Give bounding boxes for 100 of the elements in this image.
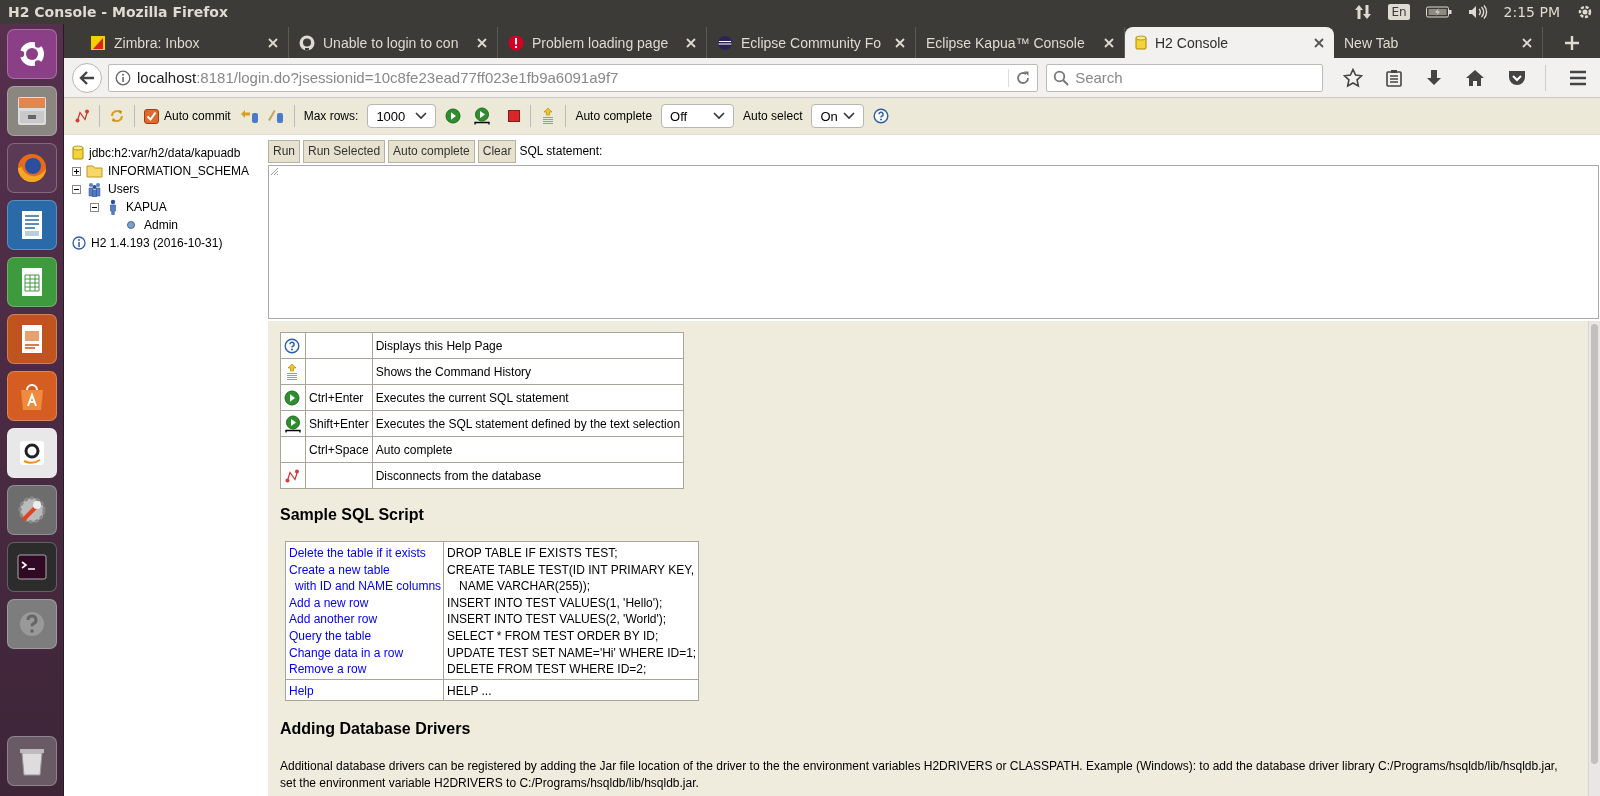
new-tab-icon[interactable] (1565, 36, 1579, 50)
sql-statement-label: SQL statement: (519, 144, 603, 158)
auto-select-dropdown[interactable]: On (811, 104, 865, 128)
battery-icon[interactable] (1425, 5, 1452, 19)
auto-commit-label: Auto commit (164, 109, 231, 123)
volume-icon[interactable] (1467, 4, 1488, 20)
auto-commit-checkbox[interactable] (144, 108, 159, 124)
globe-icon[interactable] (6, 143, 57, 193)
rollback-icon[interactable] (239, 108, 260, 124)
sql-line: SELECT * FROM TEST ORDER BY ID; (447, 627, 660, 645)
run-selected-icon[interactable] (473, 107, 492, 125)
info-icon (72, 236, 86, 250)
plus-icon (72, 166, 81, 176)
link[interactable]: Remove a row (289, 661, 442, 678)
star-icon[interactable] (1343, 67, 1363, 88)
database-icon (72, 145, 84, 161)
menu-icon[interactable] (1568, 68, 1588, 87)
link[interactable]: with ID and NAME columns (289, 578, 442, 595)
wrench-icon[interactable] (6, 485, 57, 535)
url-text: localhost:8181/login.do?jsessionid=10c8fe23ead77ff023e1fb9a6091a9f7 (137, 69, 620, 86)
sql-line: UPDATE TEST SET NAME='Hi' WHERE ID=1; (447, 644, 697, 662)
back-button[interactable] (72, 62, 102, 93)
link[interactable]: Create a new table (289, 561, 442, 579)
table-cell: Ctrl+Enter (305, 384, 373, 411)
disconnect-icon[interactable] (74, 108, 90, 124)
section-heading: Adding Database Drivers (280, 720, 472, 739)
sql-button[interactable]: Run Selected (303, 139, 386, 163)
terminal-icon[interactable] (6, 542, 57, 592)
tree-toggle[interactable] (72, 166, 81, 176)
drawer-icon[interactable] (6, 86, 57, 136)
trash-icon[interactable] (6, 736, 57, 786)
minus-icon (90, 202, 99, 212)
run-icon[interactable] (445, 108, 462, 124)
error-icon (508, 34, 524, 51)
help-table-disconnect-icon (284, 467, 300, 484)
database-icon (1135, 34, 1147, 51)
connection-label[interactable]: jdbc:h2:var/h2/data/kapuadb (89, 146, 241, 160)
info-icon[interactable] (115, 69, 131, 86)
sql-line: CREATE TABLE TEST(ID INT PRIMARY KEY, (447, 561, 696, 579)
tree-item-label[interactable]: KAPUA (126, 200, 167, 214)
back-arrow-icon (79, 69, 95, 86)
person-icon (107, 199, 118, 215)
max-rows-dropdown[interactable]: 1000 (367, 104, 437, 128)
section-heading: Sample SQL Script (280, 506, 425, 524)
people-icon (86, 181, 103, 197)
chevron-icon (415, 112, 428, 120)
link[interactable]: Query the table (289, 627, 442, 645)
help-table-run-selected-icon (284, 414, 302, 433)
search-icon (1053, 69, 1070, 86)
close-icon[interactable] (1314, 37, 1324, 48)
tree-item-label[interactable]: Users (108, 182, 140, 196)
search-field[interactable]: Search (1046, 63, 1323, 92)
stop-icon[interactable] (507, 109, 522, 123)
circle-logo-icon[interactable] (6, 29, 57, 79)
tree-item-label[interactable]: Admin (144, 218, 178, 232)
tree-toggle[interactable] (90, 202, 99, 212)
clock[interactable]: 2:15 PM (1503, 4, 1560, 20)
presentation-icon[interactable] (6, 314, 57, 364)
table-cell: Executes the SQL statement defined by the text selection (372, 410, 684, 437)
table-cell: Disconnects from the database (372, 462, 684, 489)
sql-button[interactable]: Clear (477, 139, 517, 163)
power-icon[interactable] (1576, 3, 1594, 21)
spreadsheet-icon[interactable] (6, 257, 57, 307)
table-cell: Shift+Enter (305, 410, 373, 437)
browser-tab[interactable]: H2 Console (1125, 27, 1334, 58)
sql-line: INSERT INTO TEST VALUES(2, 'World'); (447, 611, 668, 628)
tree-item-label[interactable]: INFORMATION_SCHEMA (108, 164, 250, 178)
sql-line: NAME VARCHAR(255)); (458, 578, 592, 595)
shopping-bag-icon[interactable] (6, 371, 57, 421)
chevron-icon (843, 112, 856, 120)
reload-icon[interactable] (1015, 69, 1032, 86)
network-arrows-icon[interactable] (1354, 3, 1373, 21)
link[interactable]: Change data in a row (289, 644, 442, 662)
home-icon[interactable] (1465, 68, 1485, 87)
link[interactable]: Delete the table if it exists (289, 545, 442, 562)
paragraph: Additional database drivers can be registered by adding the Jar file location of the driver to the the environment variables H2DRIVERS or CLASSPATH. Example (Windows): to add the database driver library C:/Programs/hsqldb/lib/hsqldb.jar, set the environment variable H2DRIVERS to C:/Programs/hsqldb/lib/hsqldb.jar. (280, 758, 1559, 793)
clipboard-icon[interactable] (1385, 68, 1403, 87)
link[interactable]: Add another row (289, 611, 442, 628)
max-rows-label: Max rows: (303, 109, 359, 123)
tree-toggle[interactable] (72, 184, 81, 194)
dot-icon (125, 220, 136, 230)
sql-line: HELP ... (447, 682, 493, 700)
help-table-run-icon (284, 389, 300, 406)
sql-line: INSERT INTO TEST VALUES(1, 'Hello'); (447, 594, 664, 612)
table-cell: Executes the current SQL statement (372, 384, 684, 411)
download-icon[interactable] (1425, 68, 1443, 87)
sql-button[interactable]: Run (268, 139, 300, 163)
resize-grip-icon (269, 166, 279, 176)
keyboard-layout-indicator[interactable]: En (1388, 4, 1410, 20)
auto-complete-label: Auto complete (575, 109, 653, 123)
folder-icon (86, 164, 103, 178)
help-icon[interactable] (873, 108, 890, 124)
scrollbar[interactable] (1588, 321, 1600, 796)
address-field[interactable]: localhost:8181/login.do?jsessionid=10c8fe23ead77ff023e1fb9a6091a9f7 (108, 63, 1039, 92)
link[interactable]: Add a new row (289, 594, 442, 612)
auto-complete-dropdown[interactable]: Off (661, 104, 735, 128)
sql-line: DELETE FROM TEST WHERE ID=2; (447, 661, 648, 678)
sql-button[interactable]: Auto complete (388, 139, 475, 163)
table-cell: Ctrl+Space (305, 436, 373, 463)
sql-line: DROP TABLE IF EXISTS TEST; (447, 545, 619, 562)
